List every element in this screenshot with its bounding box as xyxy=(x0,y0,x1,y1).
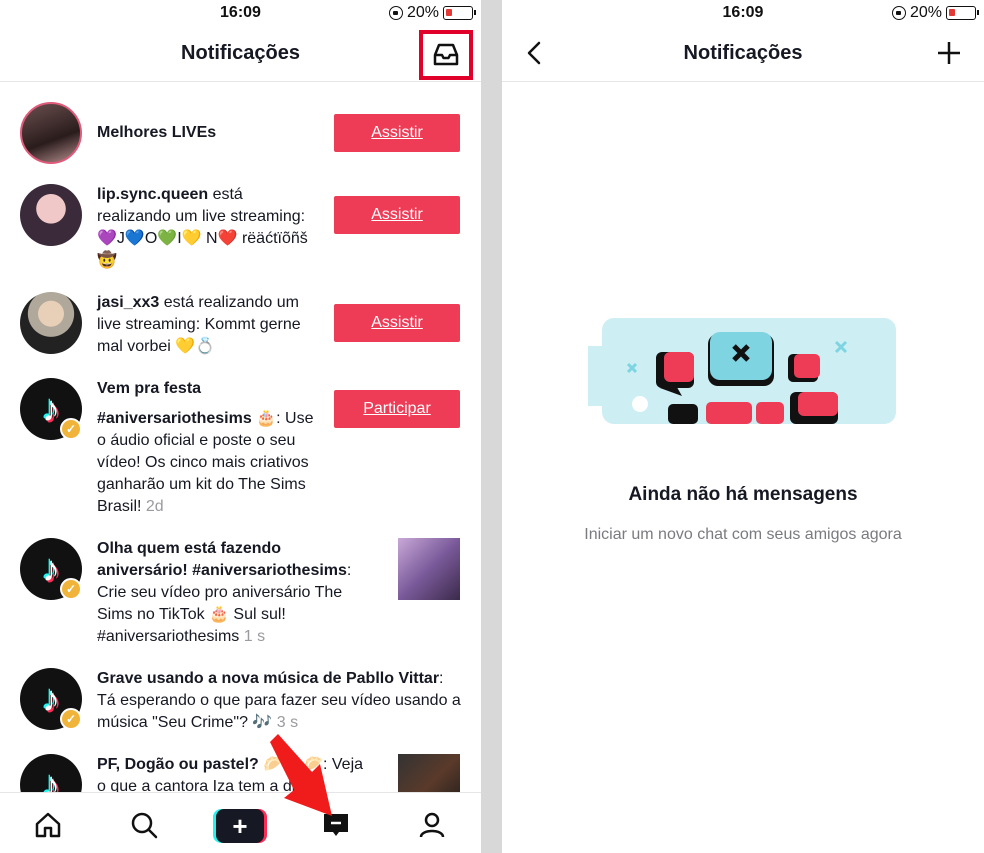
avatar[interactable] xyxy=(20,292,82,354)
tiktok-logo-icon: ♪ xyxy=(42,388,60,429)
item-time: 1 s xyxy=(243,628,266,645)
list-item[interactable]: ♪ ✓ Grave usando a nova música de Pabllo… xyxy=(0,668,481,738)
item-title: Olha quem está fazendo aniversário! #ani… xyxy=(97,540,347,579)
bottom-tab-bar: + xyxy=(0,792,481,853)
tiktok-logo-icon: ♪ xyxy=(42,764,60,792)
list-item[interactable]: ♪ PF, Dogão ou pastel? 🥟🌭🥟: Veja o que a… xyxy=(0,754,481,792)
home-icon xyxy=(35,812,61,838)
item-title: Grave usando a nova música de Pabllo Vit… xyxy=(97,670,440,687)
red-arrow-annotation-icon xyxy=(270,734,332,816)
list-item[interactable]: ♪ ✓ Vem pra festa #aniversariothesims 🎂: … xyxy=(0,378,481,518)
notifications-screen: 16:09 20% Notificações Melhores LIVEs As… xyxy=(0,0,481,853)
item-user[interactable]: lip.sync.queen xyxy=(97,186,208,203)
video-thumbnail[interactable] xyxy=(398,754,460,792)
item-time: 2d xyxy=(145,498,164,515)
inbox-button[interactable] xyxy=(419,30,473,80)
create-video-button[interactable]: + xyxy=(213,809,267,843)
inbox-icon xyxy=(433,43,459,66)
tiktok-logo-icon: ♪ xyxy=(42,678,60,719)
item-hashtag[interactable]: #aniversariothesims xyxy=(97,410,252,427)
avatar[interactable] xyxy=(20,184,82,246)
battery-icon xyxy=(443,6,476,20)
status-bar: 16:09 20% xyxy=(0,0,481,26)
video-thumbnail[interactable] xyxy=(398,538,460,600)
page-title: Notificações xyxy=(683,42,803,64)
list-item[interactable]: Melhores LIVEs Assistir xyxy=(0,102,481,164)
empty-state-title: Ainda não há mensagens xyxy=(628,484,858,505)
list-item[interactable]: jasi_xx3 está realizando um live streami… xyxy=(0,292,481,362)
empty-state-subtitle[interactable]: Iniciar um novo chat com seus amigos ago… xyxy=(502,526,984,544)
tiktok-avatar[interactable]: ♪ xyxy=(20,754,82,792)
list-item[interactable]: lip.sync.queen está realizando um live s… xyxy=(0,184,481,276)
inbox-screen: 16:09 20% Notificações Ainda não há mens… xyxy=(502,0,984,853)
battery-icon xyxy=(946,6,979,20)
plus-icon: + xyxy=(216,809,264,843)
tab-profile[interactable] xyxy=(414,807,450,843)
tab-home[interactable] xyxy=(30,807,66,843)
item-user[interactable]: jasi_xx3 xyxy=(97,294,159,311)
battery-percent: 20% xyxy=(406,4,439,21)
verified-badge-icon: ✓ xyxy=(60,418,82,440)
battery-percent: 20% xyxy=(909,4,942,21)
new-chat-plus-icon[interactable] xyxy=(936,40,962,66)
rotation-lock-icon xyxy=(891,6,906,20)
watch-button[interactable]: Assistir xyxy=(334,196,460,234)
tiktok-logo-icon: ♪ xyxy=(42,548,60,589)
verified-badge-icon: ✓ xyxy=(60,708,82,730)
nav-bar: Notificações xyxy=(0,26,481,82)
search-icon xyxy=(131,812,158,839)
nav-bar: Notificações xyxy=(502,26,984,82)
status-bar: 16:09 20% xyxy=(502,0,984,26)
rotation-lock-icon xyxy=(388,6,403,20)
empty-chat-illustration xyxy=(588,318,896,424)
item-title: Melhores LIVEs xyxy=(97,124,217,141)
page-title: Notificações xyxy=(181,42,300,64)
notification-list[interactable]: Melhores LIVEs Assistir lip.sync.queen e… xyxy=(0,82,481,792)
watch-button[interactable]: Assistir xyxy=(334,304,460,342)
tab-discover[interactable] xyxy=(126,807,162,843)
list-item[interactable]: ♪ ✓ Olha quem está fazendo aniversário! … xyxy=(0,538,481,648)
item-title: Vem pra festa xyxy=(97,380,202,397)
avatar[interactable] xyxy=(20,102,82,164)
profile-icon xyxy=(419,812,445,838)
watch-button[interactable]: Assistir xyxy=(334,114,460,152)
join-button[interactable]: Participar xyxy=(334,390,460,428)
verified-badge-icon: ✓ xyxy=(60,578,82,600)
